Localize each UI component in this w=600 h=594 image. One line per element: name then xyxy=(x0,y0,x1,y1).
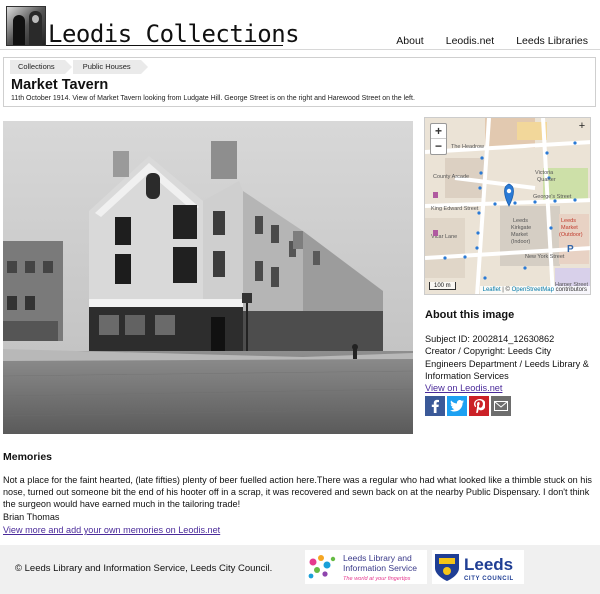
site-header: Leodis Collections About Leodis.net Leed… xyxy=(0,0,600,50)
svg-text:King Edward Street: King Edward Street xyxy=(431,206,479,212)
osm-link[interactable]: OpenStreetMap xyxy=(512,287,554,293)
about-details: Subject ID: 2002814_12630862 Creator / C… xyxy=(425,333,593,394)
map-scale-bar: 100 m xyxy=(429,282,456,290)
creator-copyright: Creator / Copyright: Leeds City Engineer… xyxy=(425,346,589,381)
zoom-in-button[interactable]: + xyxy=(431,124,446,139)
twitter-icon[interactable] xyxy=(447,396,467,416)
svg-text:Leeds: Leeds xyxy=(513,218,528,224)
svg-text:Victoria: Victoria xyxy=(535,170,554,176)
svg-text:Leeds: Leeds xyxy=(561,218,576,224)
page-title: Market Tavern xyxy=(11,77,109,93)
lcc-subtitle: CITY COUNCIL xyxy=(464,576,514,582)
svg-text:George's Street: George's Street xyxy=(533,194,572,200)
view-on-leodis-link[interactable]: View on Leodis.net xyxy=(425,383,502,393)
map-fullscreen-button[interactable]: + xyxy=(576,120,588,132)
attribution-separator: | © xyxy=(500,287,512,293)
view-more-memories-link[interactable]: View more and add your own memories on L… xyxy=(3,525,220,535)
breadcrumb-collections[interactable]: Collections xyxy=(10,60,72,74)
lcc-name: Leeds xyxy=(464,555,513,574)
svg-text:(Outdoor): (Outdoor) xyxy=(559,232,583,238)
breadcrumb-public-houses[interactable]: Public Houses xyxy=(72,60,148,74)
leeds-library-logo[interactable]: Leeds Library and Information Service Th… xyxy=(305,550,427,584)
site-title[interactable]: Leodis Collections xyxy=(48,20,300,48)
nav-leodis-link[interactable]: Leodis.net xyxy=(446,35,494,47)
footer-copyright: © Leeds Library and Information Service,… xyxy=(15,563,273,574)
email-icon[interactable] xyxy=(491,396,511,416)
map-zoom-control: + − xyxy=(430,123,447,155)
svg-text:Market: Market xyxy=(561,225,578,231)
memory-entry: Not a place for the faint hearted, (late… xyxy=(3,474,597,523)
title-underline xyxy=(46,45,283,46)
memories-heading: Memories xyxy=(3,451,53,463)
svg-text:(Indoor): (Indoor) xyxy=(511,239,530,245)
pinterest-icon[interactable] xyxy=(469,396,489,416)
lls-line2: Information Service xyxy=(343,563,417,573)
svg-text:The Headrow: The Headrow xyxy=(451,144,484,150)
lls-tagline: The world at your fingertips xyxy=(343,576,411,582)
zoom-out-button[interactable]: − xyxy=(431,139,446,154)
svg-text:County Arcade: County Arcade xyxy=(433,174,469,180)
subject-id: Subject ID: 2002814_12630862 xyxy=(425,334,555,344)
leaflet-link[interactable]: Leaflet xyxy=(483,287,501,293)
facebook-icon[interactable] xyxy=(425,396,445,416)
svg-text:P: P xyxy=(567,244,574,255)
image-caption: 11th October 1914. View of Market Tavern… xyxy=(11,95,415,102)
share-buttons xyxy=(425,396,511,416)
lls-line1: Leeds Library and xyxy=(343,553,412,563)
memory-author: Brian Thomas xyxy=(3,511,60,522)
breadcrumb: Collections Public Houses xyxy=(10,60,149,74)
top-navigation: About Leodis.net Leeds Libraries xyxy=(396,35,588,47)
map-attribution: Leaflet | © OpenStreetMap contributors xyxy=(479,286,590,294)
record-header-panel: Collections Public Houses Market Tavern … xyxy=(3,57,596,107)
attribution-tail: contributors xyxy=(553,287,587,293)
footer: © Leeds Library and Information Service,… xyxy=(0,545,600,594)
location-map[interactable]: The Headrow County Arcade King Edward St… xyxy=(424,117,591,295)
svg-text:Market: Market xyxy=(511,232,528,238)
site-logo-photo[interactable] xyxy=(6,6,46,46)
nav-about-link[interactable]: About xyxy=(396,35,423,47)
about-heading: About this image xyxy=(425,309,515,321)
memory-text: Not a place for the faint hearted, (late… xyxy=(3,475,592,510)
leeds-city-council-logo[interactable]: Leeds CITY COUNCIL xyxy=(432,550,524,584)
historic-photo[interactable] xyxy=(3,121,413,434)
svg-text:New York Street: New York Street xyxy=(525,254,565,260)
svg-text:Quarter: Quarter xyxy=(537,177,556,183)
nav-leeds-libraries-link[interactable]: Leeds Libraries xyxy=(516,35,588,47)
svg-text:Kirkgate: Kirkgate xyxy=(511,225,531,231)
